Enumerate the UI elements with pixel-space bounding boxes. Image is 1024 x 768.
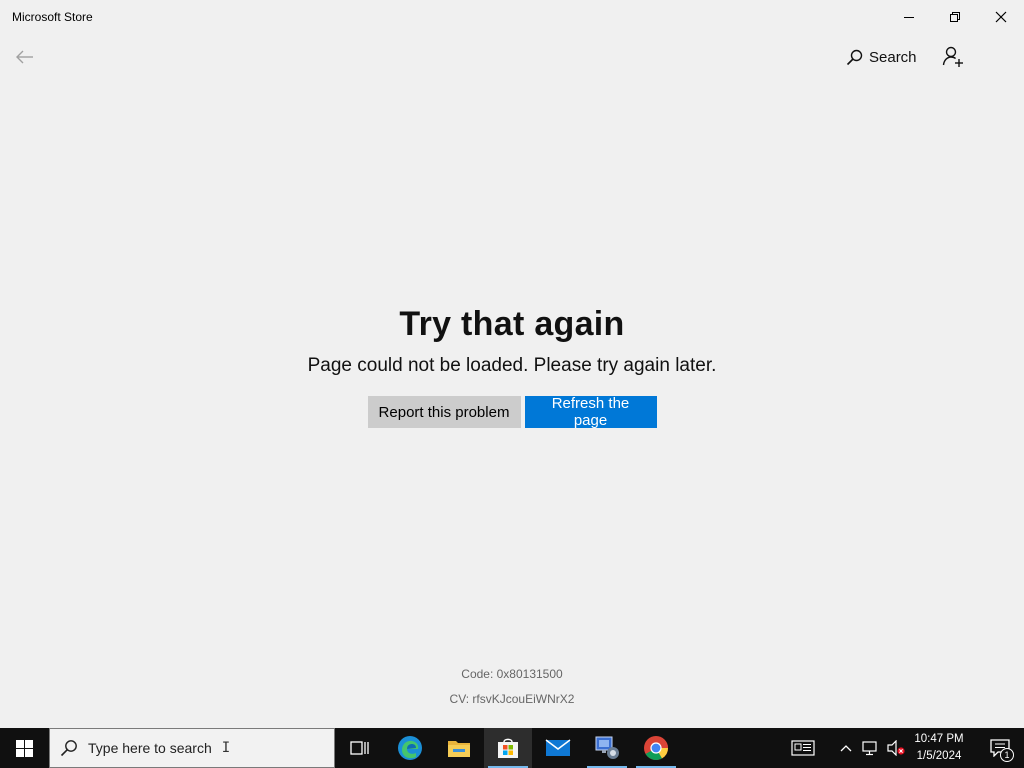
- close-button[interactable]: [978, 0, 1024, 34]
- correlation-vector: CV: rfsvKJcouEiWNrX2: [449, 692, 575, 706]
- store-icon: [498, 738, 518, 758]
- file-explorer-button[interactable]: [435, 728, 483, 768]
- refresh-page-button[interactable]: Refresh the page: [524, 395, 657, 429]
- restore-button[interactable]: [932, 0, 978, 34]
- error-actions: Report this problem Refresh the page: [0, 395, 1024, 429]
- clock-time: 10:47 PM: [914, 733, 964, 745]
- back-arrow-icon: [16, 50, 33, 64]
- task-view-icon: [350, 741, 369, 755]
- search-label: Search: [869, 48, 917, 66]
- error-panel: Try that again Page could not be loaded.…: [0, 300, 1024, 429]
- network-icon: [862, 741, 877, 756]
- store-button[interactable]: [484, 728, 532, 768]
- task-view-button[interactable]: [336, 728, 384, 768]
- action-center-button[interactable]: 1: [980, 728, 1020, 768]
- edge-icon: [398, 736, 422, 760]
- error-message: Page could not be loaded. Please try aga…: [307, 355, 717, 376]
- search-icon: [50, 739, 88, 757]
- minimize-button[interactable]: [886, 0, 932, 34]
- search-button[interactable]: Search: [840, 40, 923, 74]
- taskbar: Type here to search I 10:47 PM 1/5/2024 …: [0, 728, 1024, 768]
- error-title: Try that again: [399, 305, 625, 343]
- mail-icon: [545, 739, 571, 756]
- network-status-button[interactable]: [860, 728, 882, 768]
- news-icon: [791, 740, 815, 756]
- store-window: Microsoft Store Search Try that again Pa…: [0, 0, 1024, 728]
- volume-muted-icon: [887, 740, 905, 756]
- volume-button[interactable]: [884, 728, 908, 768]
- chrome-icon: [644, 736, 668, 761]
- add-account-icon: [942, 46, 963, 67]
- error-codes: Code: 0x80131500 CV: rfsvKJcouEiWNrX2: [0, 662, 1024, 712]
- file-explorer-icon: [448, 741, 470, 757]
- clock-date: 1/5/2024: [916, 750, 962, 762]
- network-app-button[interactable]: [583, 728, 631, 768]
- taskbar-clock[interactable]: 10:47 PM 1/5/2024: [908, 731, 970, 765]
- network-app-icon: [595, 736, 619, 759]
- report-problem-button[interactable]: Report this problem: [367, 396, 521, 428]
- error-code: Code: 0x80131500: [461, 667, 563, 681]
- title-bar[interactable]: Microsoft Store: [0, 0, 1024, 34]
- chevron-up-icon: [840, 745, 852, 752]
- notification-count-badge: 1: [1000, 748, 1014, 762]
- search-icon: [846, 49, 863, 65]
- taskbar-search-placeholder: Type here to search: [88, 740, 212, 756]
- minimize-icon: [904, 17, 914, 18]
- news-widget-button[interactable]: [784, 728, 822, 768]
- mail-button[interactable]: [534, 728, 582, 768]
- text-cursor-icon: I: [221, 740, 231, 756]
- nav-bar: Search: [0, 34, 1024, 80]
- chrome-button[interactable]: [632, 728, 680, 768]
- close-icon: [995, 11, 1007, 23]
- edge-button[interactable]: [386, 728, 434, 768]
- back-button[interactable]: [8, 40, 42, 74]
- start-button[interactable]: [0, 728, 48, 768]
- show-hidden-icons-button[interactable]: [836, 728, 856, 768]
- restore-icon: [950, 12, 960, 22]
- windows-logo-icon: [15, 739, 33, 757]
- app-title: Microsoft Store: [12, 10, 93, 24]
- account-button[interactable]: [936, 40, 970, 74]
- taskbar-search-box[interactable]: Type here to search I: [49, 728, 335, 768]
